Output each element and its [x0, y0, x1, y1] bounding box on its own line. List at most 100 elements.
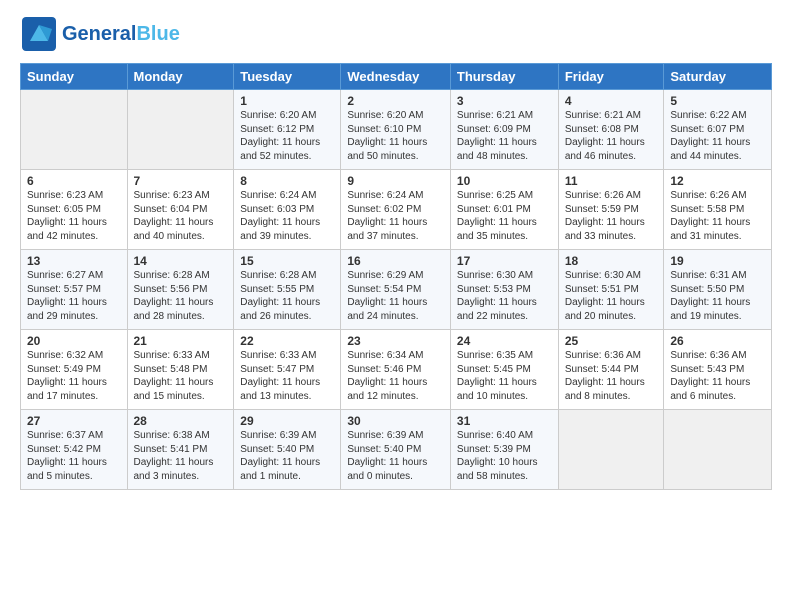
day-info: Sunrise: 6:30 AM Sunset: 5:51 PM Dayligh… — [565, 269, 658, 323]
calendar-day-15: 15Sunrise: 6:28 AM Sunset: 5:55 PM Dayli… — [234, 250, 341, 330]
calendar-day-8: 8Sunrise: 6:24 AM Sunset: 6:03 PM Daylig… — [234, 170, 341, 250]
calendar-day-31: 31Sunrise: 6:40 AM Sunset: 5:39 PM Dayli… — [450, 410, 558, 490]
calendar-week-2: 6Sunrise: 6:23 AM Sunset: 6:05 PM Daylig… — [21, 170, 772, 250]
day-info: Sunrise: 6:34 AM Sunset: 5:46 PM Dayligh… — [347, 349, 444, 403]
calendar-day-21: 21Sunrise: 6:33 AM Sunset: 5:48 PM Dayli… — [127, 330, 234, 410]
logo-icon — [20, 15, 58, 53]
calendar-week-4: 20Sunrise: 6:32 AM Sunset: 5:49 PM Dayli… — [21, 330, 772, 410]
calendar-day-2: 2Sunrise: 6:20 AM Sunset: 6:10 PM Daylig… — [341, 90, 451, 170]
day-number: 9 — [347, 174, 444, 188]
day-number: 12 — [670, 174, 765, 188]
calendar-day-7: 7Sunrise: 6:23 AM Sunset: 6:04 PM Daylig… — [127, 170, 234, 250]
day-info: Sunrise: 6:26 AM Sunset: 5:58 PM Dayligh… — [670, 189, 765, 243]
day-info: Sunrise: 6:33 AM Sunset: 5:47 PM Dayligh… — [240, 349, 334, 403]
day-info: Sunrise: 6:24 AM Sunset: 6:02 PM Dayligh… — [347, 189, 444, 243]
day-info: Sunrise: 6:22 AM Sunset: 6:07 PM Dayligh… — [670, 109, 765, 163]
day-number: 2 — [347, 94, 444, 108]
day-number: 16 — [347, 254, 444, 268]
calendar-day-empty — [558, 410, 664, 490]
calendar-day-empty — [127, 90, 234, 170]
day-number: 21 — [134, 334, 228, 348]
day-number: 7 — [134, 174, 228, 188]
day-info: Sunrise: 6:27 AM Sunset: 5:57 PM Dayligh… — [27, 269, 121, 323]
day-info: Sunrise: 6:24 AM Sunset: 6:03 PM Dayligh… — [240, 189, 334, 243]
calendar-day-13: 13Sunrise: 6:27 AM Sunset: 5:57 PM Dayli… — [21, 250, 128, 330]
day-info: Sunrise: 6:36 AM Sunset: 5:44 PM Dayligh… — [565, 349, 658, 403]
calendar-day-22: 22Sunrise: 6:33 AM Sunset: 5:47 PM Dayli… — [234, 330, 341, 410]
calendar-day-23: 23Sunrise: 6:34 AM Sunset: 5:46 PM Dayli… — [341, 330, 451, 410]
calendar-day-20: 20Sunrise: 6:32 AM Sunset: 5:49 PM Dayli… — [21, 330, 128, 410]
header: GeneralBlue — [20, 15, 772, 53]
calendar-week-5: 27Sunrise: 6:37 AM Sunset: 5:42 PM Dayli… — [21, 410, 772, 490]
day-info: Sunrise: 6:23 AM Sunset: 6:04 PM Dayligh… — [134, 189, 228, 243]
day-number: 5 — [670, 94, 765, 108]
calendar-day-17: 17Sunrise: 6:30 AM Sunset: 5:53 PM Dayli… — [450, 250, 558, 330]
calendar-day-empty — [664, 410, 772, 490]
day-info: Sunrise: 6:23 AM Sunset: 6:05 PM Dayligh… — [27, 189, 121, 243]
day-number: 13 — [27, 254, 121, 268]
calendar-day-14: 14Sunrise: 6:28 AM Sunset: 5:56 PM Dayli… — [127, 250, 234, 330]
calendar-header-row: SundayMondayTuesdayWednesdayThursdayFrid… — [21, 64, 772, 90]
logo: GeneralBlue — [20, 15, 180, 53]
day-info: Sunrise: 6:32 AM Sunset: 5:49 PM Dayligh… — [27, 349, 121, 403]
day-number: 25 — [565, 334, 658, 348]
day-number: 20 — [27, 334, 121, 348]
calendar-day-1: 1Sunrise: 6:20 AM Sunset: 6:12 PM Daylig… — [234, 90, 341, 170]
day-number: 17 — [457, 254, 552, 268]
calendar-day-10: 10Sunrise: 6:25 AM Sunset: 6:01 PM Dayli… — [450, 170, 558, 250]
calendar-day-9: 9Sunrise: 6:24 AM Sunset: 6:02 PM Daylig… — [341, 170, 451, 250]
calendar-header-monday: Monday — [127, 64, 234, 90]
calendar-day-27: 27Sunrise: 6:37 AM Sunset: 5:42 PM Dayli… — [21, 410, 128, 490]
calendar-day-25: 25Sunrise: 6:36 AM Sunset: 5:44 PM Dayli… — [558, 330, 664, 410]
day-info: Sunrise: 6:25 AM Sunset: 6:01 PM Dayligh… — [457, 189, 552, 243]
calendar-header-friday: Friday — [558, 64, 664, 90]
day-number: 10 — [457, 174, 552, 188]
day-info: Sunrise: 6:28 AM Sunset: 5:56 PM Dayligh… — [134, 269, 228, 323]
day-info: Sunrise: 6:20 AM Sunset: 6:12 PM Dayligh… — [240, 109, 334, 163]
day-info: Sunrise: 6:29 AM Sunset: 5:54 PM Dayligh… — [347, 269, 444, 323]
day-info: Sunrise: 6:21 AM Sunset: 6:09 PM Dayligh… — [457, 109, 552, 163]
day-number: 22 — [240, 334, 334, 348]
calendar-day-19: 19Sunrise: 6:31 AM Sunset: 5:50 PM Dayli… — [664, 250, 772, 330]
day-number: 30 — [347, 414, 444, 428]
day-number: 27 — [27, 414, 121, 428]
day-number: 4 — [565, 94, 658, 108]
day-number: 15 — [240, 254, 334, 268]
day-number: 11 — [565, 174, 658, 188]
day-info: Sunrise: 6:40 AM Sunset: 5:39 PM Dayligh… — [457, 429, 552, 483]
calendar-day-29: 29Sunrise: 6:39 AM Sunset: 5:40 PM Dayli… — [234, 410, 341, 490]
calendar-header-thursday: Thursday — [450, 64, 558, 90]
calendar-day-30: 30Sunrise: 6:39 AM Sunset: 5:40 PM Dayli… — [341, 410, 451, 490]
day-info: Sunrise: 6:30 AM Sunset: 5:53 PM Dayligh… — [457, 269, 552, 323]
calendar-day-4: 4Sunrise: 6:21 AM Sunset: 6:08 PM Daylig… — [558, 90, 664, 170]
calendar-week-1: 1Sunrise: 6:20 AM Sunset: 6:12 PM Daylig… — [21, 90, 772, 170]
day-number: 8 — [240, 174, 334, 188]
logo-text: GeneralBlue — [62, 23, 180, 45]
calendar-day-6: 6Sunrise: 6:23 AM Sunset: 6:05 PM Daylig… — [21, 170, 128, 250]
calendar-day-24: 24Sunrise: 6:35 AM Sunset: 5:45 PM Dayli… — [450, 330, 558, 410]
day-number: 29 — [240, 414, 334, 428]
calendar-week-3: 13Sunrise: 6:27 AM Sunset: 5:57 PM Dayli… — [21, 250, 772, 330]
day-info: Sunrise: 6:35 AM Sunset: 5:45 PM Dayligh… — [457, 349, 552, 403]
calendar-day-18: 18Sunrise: 6:30 AM Sunset: 5:51 PM Dayli… — [558, 250, 664, 330]
calendar: SundayMondayTuesdayWednesdayThursdayFrid… — [20, 63, 772, 490]
calendar-day-11: 11Sunrise: 6:26 AM Sunset: 5:59 PM Dayli… — [558, 170, 664, 250]
calendar-day-16: 16Sunrise: 6:29 AM Sunset: 5:54 PM Dayli… — [341, 250, 451, 330]
calendar-day-28: 28Sunrise: 6:38 AM Sunset: 5:41 PM Dayli… — [127, 410, 234, 490]
day-number: 1 — [240, 94, 334, 108]
day-info: Sunrise: 6:33 AM Sunset: 5:48 PM Dayligh… — [134, 349, 228, 403]
day-number: 26 — [670, 334, 765, 348]
calendar-day-26: 26Sunrise: 6:36 AM Sunset: 5:43 PM Dayli… — [664, 330, 772, 410]
day-info: Sunrise: 6:39 AM Sunset: 5:40 PM Dayligh… — [240, 429, 334, 483]
day-number: 23 — [347, 334, 444, 348]
day-number: 19 — [670, 254, 765, 268]
day-number: 31 — [457, 414, 552, 428]
day-number: 28 — [134, 414, 228, 428]
day-number: 14 — [134, 254, 228, 268]
day-info: Sunrise: 6:20 AM Sunset: 6:10 PM Dayligh… — [347, 109, 444, 163]
day-number: 18 — [565, 254, 658, 268]
calendar-day-5: 5Sunrise: 6:22 AM Sunset: 6:07 PM Daylig… — [664, 90, 772, 170]
calendar-header-saturday: Saturday — [664, 64, 772, 90]
calendar-header-tuesday: Tuesday — [234, 64, 341, 90]
day-info: Sunrise: 6:31 AM Sunset: 5:50 PM Dayligh… — [670, 269, 765, 323]
